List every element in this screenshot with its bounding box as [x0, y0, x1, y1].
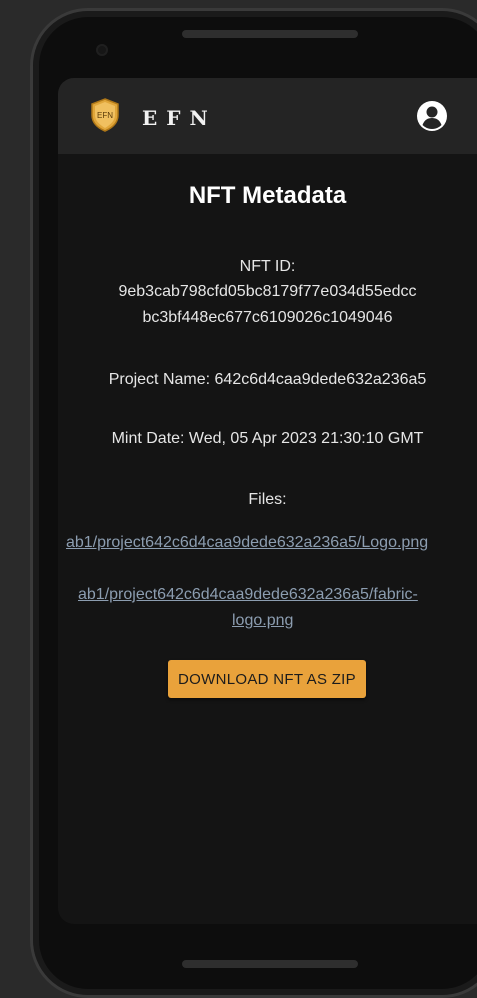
bottom-speaker — [182, 960, 358, 968]
file-link-logo[interactable]: ab1/project642c6d4caa9dede632a236a5/Logo… — [66, 534, 428, 552]
nft-id-label: NFT ID: — [239, 258, 296, 275]
mint-date: Mint Date: Wed, 05 Apr 2023 21:30:10 GMT — [111, 430, 424, 447]
files-label: Files: — [248, 491, 287, 508]
brand-name: EFN — [142, 106, 217, 130]
nft-id-value-line2: bc3bf448ec677c6109026c1049046 — [142, 309, 393, 326]
file-link-fabric-logo[interactable]: ab1/project642c6d4caa9dede632a236a5/fabr… — [78, 586, 418, 604]
front-camera — [96, 44, 108, 56]
project-name: Project Name: 642c6d4caa9dede632a236a5 — [108, 371, 427, 388]
file-link-fabric-logo-cont[interactable]: logo.png — [232, 612, 293, 630]
download-nft-zip-button[interactable]: DOWNLOAD NFT AS ZIP — [168, 660, 366, 698]
app-bar: EFN EFN — [58, 78, 477, 154]
top-speaker — [182, 30, 358, 38]
account-circle-icon[interactable] — [416, 100, 448, 132]
efn-shield-logo-icon[interactable]: EFN — [90, 98, 120, 132]
app-screen: EFN EFN NFT Metadata NFT ID: 9eb3cab798c… — [58, 78, 477, 924]
logo-text: EFN — [97, 111, 113, 120]
page-title: NFT Metadata — [188, 182, 347, 209]
nft-id-value-line1: 9eb3cab798cfd05bc8179f77e034d55edcc — [118, 283, 417, 300]
